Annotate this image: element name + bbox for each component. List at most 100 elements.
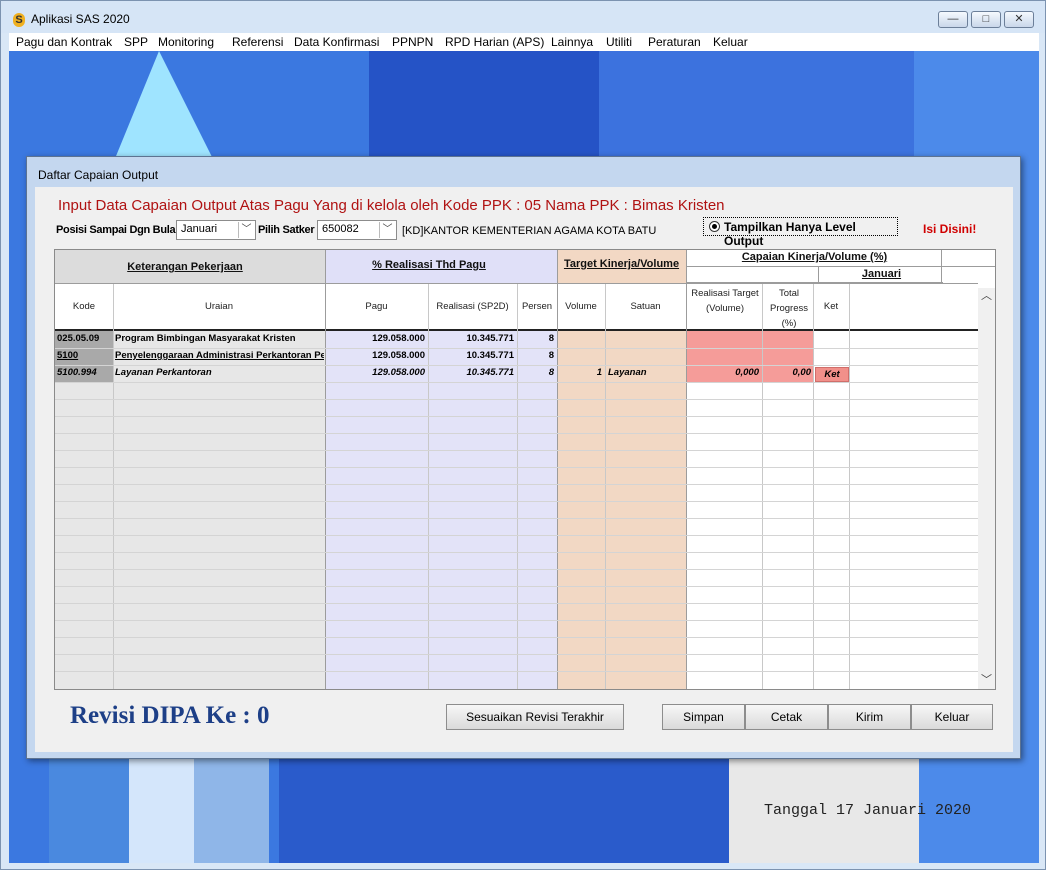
dialog-title: Daftar Capaian Output [38,168,159,182]
simpan-button[interactable]: Simpan [662,704,745,730]
title-bar[interactable]: S Aplikasi SAS 2020 — □ ✕ [1,1,1045,33]
capaian-grid: Keterangan Pekerjaan % Realisasi Thd Pag… [54,249,996,690]
kirim-button[interactable]: Kirim [828,704,911,730]
grid-line [813,284,814,689]
bulan-select[interactable]: Januari ﹀ [176,220,256,240]
realisasi-group-header: % Realisasi Thd Pagu [372,259,486,271]
menu-referensi[interactable]: Referensi [232,35,283,49]
level-output-label: Tampilkan Hanya Level Output [724,220,856,248]
row3-kode[interactable]: 5100.994 [57,366,112,380]
row3-volume[interactable]: 1 [559,366,602,380]
row-line [55,535,978,536]
row2-uraian[interactable]: Penyelenggaraan Administrasi Perkantoran… [115,349,324,363]
row-line [55,552,978,553]
col-uraian: Uraian [205,301,233,312]
menu-monitoring[interactable]: Monitoring [158,35,214,49]
chevron-down-icon[interactable]: ﹀ [379,222,395,238]
row-line [55,382,978,383]
row-line [55,603,978,604]
col-realisasi-target: Realisasi Target (Volume) [691,288,759,314]
satker-select[interactable]: 650082 ﹀ [317,220,397,240]
row1-pagu[interactable]: 129.058.000 [327,332,425,346]
menu-rpd-harian[interactable]: RPD Harian (APS) [445,35,544,49]
satker-name: [KD]KANTOR KEMENTERIAN AGAMA KOTA BATU [402,225,657,237]
row-line [55,569,978,570]
row3-total-progress[interactable]: 0,00 [765,366,812,380]
bulan-value: Januari [181,223,218,235]
keterangan-group-header: Keterangan Pekerjaan [127,261,243,273]
col-satuan: Satuan [630,301,661,312]
row-line [55,586,978,587]
ket-button[interactable]: Ket [815,367,849,382]
menu-data-konfirmasi[interactable]: Data Konfirmasi [294,35,379,49]
row2-persen[interactable]: 8 [519,349,554,363]
grid-line [113,284,114,689]
app-window: S Aplikasi SAS 2020 — □ ✕ Pagu dan Kontr… [0,0,1046,870]
header-divider [818,266,819,283]
cetak-button[interactable]: Cetak [745,704,828,730]
col-ket: Ket [823,301,839,312]
col-volume: Volume [565,301,597,312]
row1-uraian[interactable]: Program Bimbingan Masyarakat Kristen [115,332,324,346]
row3-pagu[interactable]: 129.058.000 [327,366,425,380]
row-line [55,484,978,485]
col-kode: Kode [72,301,96,312]
row3-uraian[interactable]: Layanan Perkantoran [115,366,324,380]
menu-spp[interactable]: SPP [124,35,148,49]
menu-ppnpn[interactable]: PPNPN [392,35,433,49]
row-line [55,620,978,621]
grid-line [762,284,763,689]
keluar-button[interactable]: Keluar [911,704,993,730]
row-line [55,654,978,655]
bulan-label: Posisi Sampai Dgn Bulan [56,224,182,236]
col-persen: Persen [521,301,553,312]
header-divider [941,250,942,283]
grid-line [849,284,850,689]
wallpaper-building [194,751,269,863]
menu-pagu-dan-kontrak[interactable]: Pagu dan Kontrak [16,35,112,49]
row1-realisasi[interactable]: 10.345.771 [430,332,514,346]
chevron-down-icon[interactable]: ﹀ [238,222,254,238]
row3-satuan[interactable]: Layanan [608,366,684,380]
row-line [55,637,978,638]
level-output-radio[interactable]: Tampilkan Hanya Level Output [703,217,898,248]
revisi-dipa-label: Revisi DIPA Ke : 0 [70,702,270,729]
row-line [55,671,978,672]
close-button[interactable]: ✕ [1004,11,1034,28]
vertical-scrollbar[interactable]: ︿ ﹀ [978,288,995,689]
target-group-header: Target Kinerja/Volume [563,258,680,270]
row2-pagu[interactable]: 129.058.000 [327,349,425,363]
grid-line [517,284,518,689]
page-headline: Input Data Capaian Output Atas Pagu Yang… [58,197,725,214]
bulan-group-header: Januari [861,268,902,280]
menu-utiliti[interactable]: Utiliti [606,35,632,49]
wallpaper-date-text: Tanggal 17 Januari 2020 [764,802,972,819]
menu-bar: Pagu dan Kontrak SPP Monitoring Referens… [9,33,1039,51]
grid-line [686,250,687,689]
row3-realisasi-target[interactable]: 0,000 [688,366,759,380]
row-line [55,399,978,400]
capaian-group-header: Capaian Kinerja/Volume (%) [741,251,888,263]
scroll-down-icon[interactable]: ﹀ [978,672,995,689]
row2-realisasi[interactable]: 10.345.771 [430,349,514,363]
row2-kode[interactable]: 5100 [57,349,101,363]
row3-realisasi[interactable]: 10.345.771 [430,366,514,380]
row1-kode[interactable]: 025.05.09 [57,332,112,346]
capaian-output-dialog: Daftar Capaian Output Input Data Capaian… [26,156,1021,759]
grid-line [605,284,606,689]
menu-peraturan[interactable]: Peraturan [648,35,701,49]
minimize-button[interactable]: — [938,11,968,28]
menu-lainnya[interactable]: Lainnya [551,35,593,49]
radio-selected-icon[interactable] [709,221,720,232]
grid-line [325,250,326,689]
col-realisasi: Realisasi (SP2D) [436,301,509,312]
row-line [55,450,978,451]
isi-disini-hint: Isi Disini! [923,222,977,236]
row1-persen[interactable]: 8 [519,332,554,346]
sesuaikan-revisi-button[interactable]: Sesuaikan Revisi Terakhir [446,704,624,730]
wallpaper-building [129,751,199,863]
restore-button[interactable]: □ [971,11,1001,28]
scroll-up-icon[interactable]: ︿ [978,288,995,305]
menu-keluar[interactable]: Keluar [713,35,748,49]
row3-persen[interactable]: 8 [519,366,554,380]
